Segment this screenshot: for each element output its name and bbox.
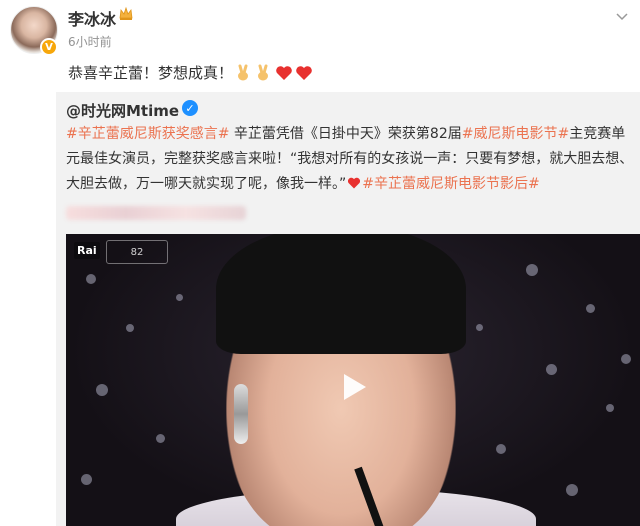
festival-logo: 82 (106, 240, 168, 264)
hashtag-link[interactable]: #辛芷蕾威尼斯获奖感言# (66, 126, 229, 142)
heart-icon (296, 65, 312, 80)
channel-logo: Rai (74, 242, 100, 259)
video-player[interactable]: Rai 82 (66, 234, 640, 526)
reposted-content[interactable]: @时光网Mtime ✓ #辛芷蕾威尼斯获奖感言# 辛芷蕾凭借《日掛中天》荣获第8… (56, 92, 640, 526)
hashtag-link[interactable]: #辛芷蕾威尼斯电影节影后# (362, 176, 539, 192)
repost-body: #辛芷蕾威尼斯获奖感言# 辛芷蕾凭借《日掛中天》荣获第82届#威尼斯电影节#主竞… (66, 122, 636, 197)
verified-badge-icon: V (40, 38, 58, 56)
repost-author[interactable]: @时光网Mtime (66, 100, 179, 121)
post-text-content: 恭喜辛芷蕾！梦想成真！ (68, 64, 234, 82)
blurred-text (66, 206, 246, 220)
post-text: 恭喜辛芷蕾！梦想成真！ (68, 62, 313, 83)
author-name[interactable]: 李冰冰 (68, 6, 116, 30)
post-timestamp[interactable]: 6小时前 (68, 33, 112, 50)
crown-icon (119, 6, 133, 20)
verified-badge-icon: ✓ (182, 100, 198, 116)
victory-hand-icon (258, 64, 269, 80)
repost-text: 辛芷蕾凭借《日掛中天》荣获第82届 (229, 126, 462, 142)
hashtag-link[interactable]: #威尼斯电影节# (462, 126, 569, 142)
speaker-hair (216, 234, 466, 354)
chevron-down-icon[interactable] (612, 6, 632, 26)
heart-icon (348, 177, 361, 189)
earring (234, 384, 248, 444)
heart-icon (276, 65, 292, 80)
victory-hand-icon (238, 64, 249, 80)
play-icon[interactable] (336, 370, 370, 404)
